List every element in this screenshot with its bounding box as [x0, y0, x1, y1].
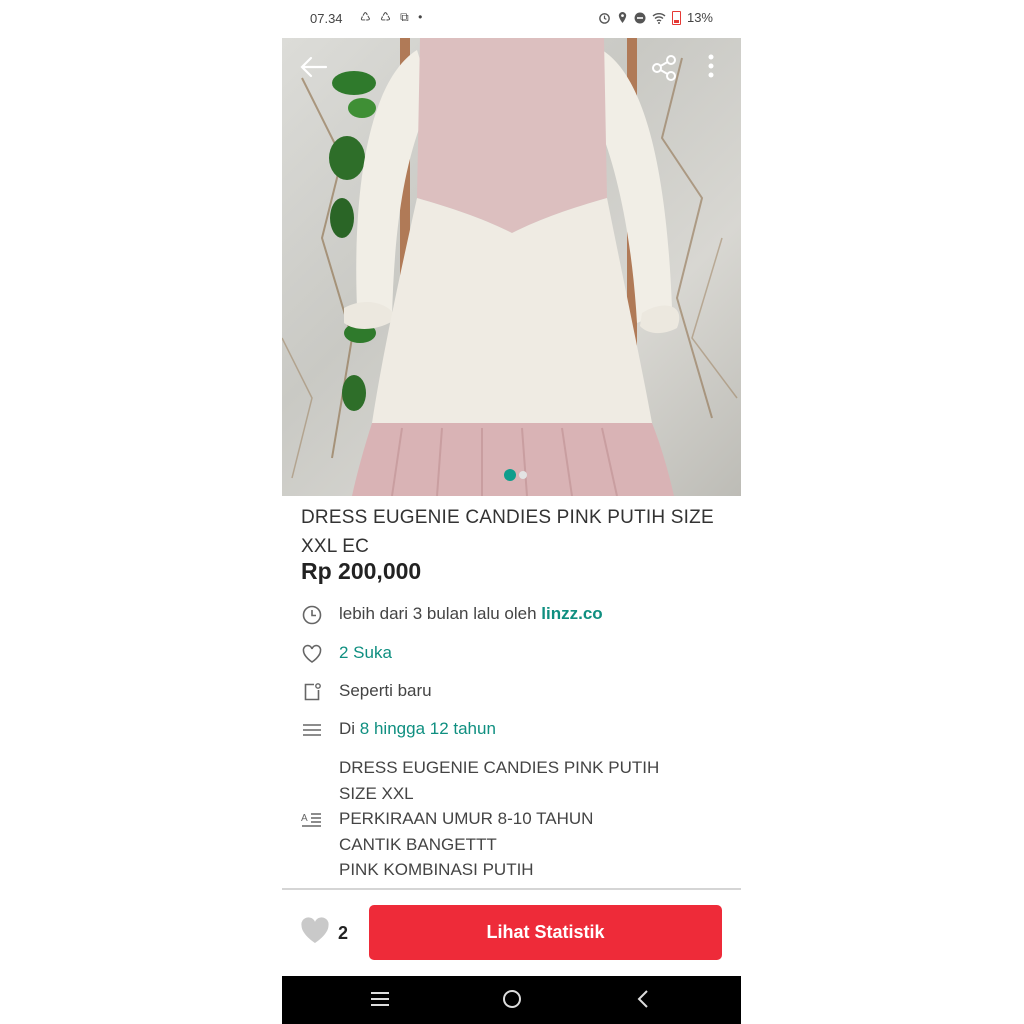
description-line: PINK KOMBINASI PUTIH	[339, 860, 534, 879]
age-prefix: Di	[339, 719, 356, 738]
notification-icons: ♺ ♺ ⧉ •	[360, 10, 426, 24]
status-bar: 07.34 ♺ ♺ ⧉ • 13%	[282, 0, 741, 38]
arrow-left-icon	[300, 56, 328, 78]
product-title: DRESS EUGENIE CANDIES PINK PUTIH SIZE XX…	[301, 507, 714, 557]
description-line: DRESS EUGENIE CANDIES PINK PUTIH	[339, 758, 660, 777]
like-heart-icon[interactable]	[300, 916, 330, 946]
location-icon	[618, 12, 627, 23]
share-icon	[652, 55, 676, 81]
posted-time: lebih dari 3 bulan lalu oleh	[339, 604, 537, 623]
back-nav-icon[interactable]	[635, 988, 651, 1010]
age-range-link[interactable]: 8 hingga 12 tahun	[360, 719, 496, 738]
description-icon: A	[301, 813, 321, 827]
product-photo	[282, 38, 738, 496]
recent-apps-icon[interactable]	[369, 988, 391, 1010]
svg-text:A: A	[301, 813, 308, 824]
seller-link[interactable]: linzz.co	[541, 604, 602, 623]
battery-icon	[671, 10, 681, 25]
heart-outline-icon	[302, 644, 322, 663]
dnd-icon	[634, 12, 646, 23]
product-price: Rp 200,000	[301, 558, 422, 584]
product-description: DRESS EUGENIE CANDIES PINK PUTIH SIZE XX…	[339, 755, 719, 883]
like-count: 2	[338, 923, 349, 943]
carousel-dot-active[interactable]	[504, 469, 516, 481]
system-navigation-bar	[282, 976, 741, 1024]
carousel-dot[interactable]	[519, 471, 527, 479]
home-icon[interactable]	[501, 988, 523, 1010]
phone-screen: 07.34 ♺ ♺ ⧉ • 13% DRESS EUGENIE CANDIES …	[282, 0, 741, 1024]
wifi-icon	[652, 12, 666, 24]
condition-tag-icon	[304, 683, 321, 701]
condition-text: Seperti baru	[339, 681, 432, 700]
likes-count-link[interactable]: 2 Suka	[339, 643, 392, 663]
battery-level: 13%	[686, 10, 713, 25]
product-image-carousel[interactable]	[282, 38, 741, 496]
alarm-icon	[599, 13, 610, 24]
more-vertical-icon	[708, 54, 714, 78]
clock-icon	[302, 605, 322, 625]
share-button[interactable]	[650, 54, 678, 86]
list-icon	[303, 724, 321, 736]
description-line: CANTIK BANGETTT	[339, 834, 497, 854]
carousel-indicator	[504, 469, 527, 481]
system-icons: 13%	[598, 10, 713, 25]
description-line: SIZE XXL	[339, 783, 414, 803]
back-button[interactable]	[300, 56, 328, 82]
description-line: PERKIRAAN UMUR 8-10 TAHUN	[339, 809, 594, 828]
view-statistics-button[interactable]: Lihat Statistik	[369, 905, 722, 960]
status-time: 07.34	[310, 11, 343, 26]
divider	[282, 888, 741, 890]
more-options-button[interactable]	[706, 52, 716, 85]
